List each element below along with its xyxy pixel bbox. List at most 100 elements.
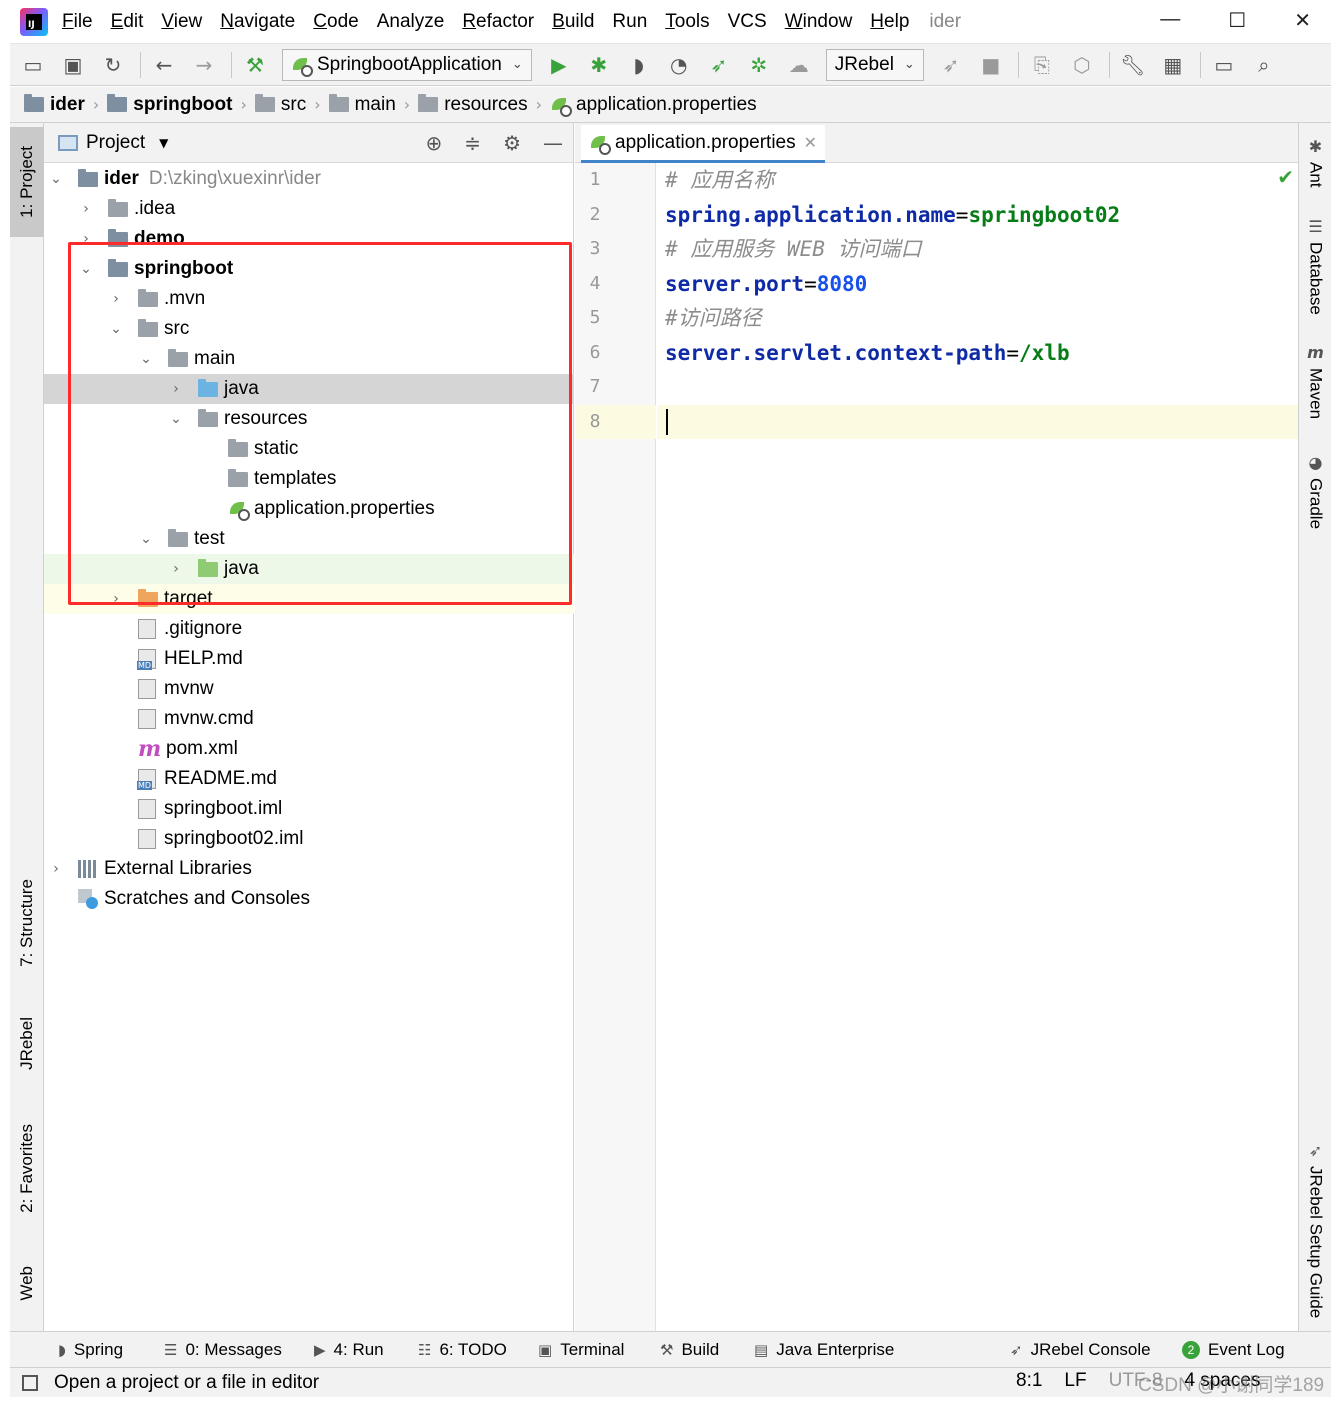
menu-help[interactable]: Help [870,11,909,33]
toggle-tool-windows-icon[interactable] [22,1374,38,1391]
tool-tab-terminal[interactable]: ▣ Terminal [538,1340,624,1360]
tool-tab-event-log[interactable]: 2 Event Log [1182,1340,1285,1360]
search-icon[interactable]: ⌕ [1251,52,1277,78]
tree-row-readme-md[interactable]: › README.md [44,764,574,794]
tree-row-mvnw[interactable]: › mvnw [44,674,574,704]
chevron-down-icon[interactable]: ⌄ [138,531,154,547]
breadcrumb-item-resources[interactable]: resources [418,94,528,116]
tree-row-ider[interactable]: ⌄ ider D:\zking\xuexinr\ider [44,164,574,194]
breadcrumb-item-src[interactable]: src [254,94,306,116]
chevron-right-icon[interactable]: › [168,561,184,577]
menu-build[interactable]: Build [552,11,594,33]
tree-row-resources[interactable]: ⌄ resources [44,404,574,434]
tree-row-idea[interactable]: › .idea [44,194,574,224]
tool-tab-project[interactable]: 1: Project [10,127,44,237]
open-folder-icon[interactable]: ▭ [20,52,46,78]
code-editor[interactable]: ✔ # 应用名称 spring.application.name=springb… [657,163,1298,1331]
chevron-down-icon[interactable]: ⌄ [168,411,184,427]
settings-wrench-icon[interactable]: 🔧︎ [1120,52,1146,78]
tree-row-scratches[interactable]: › Scratches and Consoles [44,884,574,914]
collapse-all-icon[interactable]: ≑ [464,131,481,155]
tree-row-test[interactable]: ⌄ test [44,524,574,554]
tool-tab-java-enterprise[interactable]: ▤ Java Enterprise [754,1340,894,1360]
build-hammer-icon[interactable]: ⚒ [242,52,268,78]
menu-refactor[interactable]: Refactor [462,11,534,33]
forward-arrow-icon[interactable]: → [191,52,217,78]
jrebel-select[interactable]: JRebel ⌄ [825,48,924,81]
breadcrumb-item-springboot[interactable]: springboot [107,94,232,116]
tree-row-templates[interactable]: › templates [44,464,574,494]
close-tab-icon[interactable]: ✕ [804,133,817,152]
breadcrumb-item-ider[interactable]: ider [24,94,85,116]
tree-row-main[interactable]: ⌄ main [44,344,574,374]
menu-tools[interactable]: Tools [665,11,709,33]
profile-icon[interactable]: ◔ [666,52,692,78]
project-view-selector[interactable]: Project [86,132,145,154]
menu-file[interactable]: File [62,11,93,33]
tree-row-help-md[interactable]: › HELP.md [44,644,574,674]
tree-row-springboot-iml[interactable]: › springboot.iml [44,794,574,824]
maximize-button[interactable]: ☐ [1228,8,1246,33]
tool-tab-database[interactable]: ☰ Database [1299,217,1332,315]
hide-panel-icon[interactable]: — [543,131,563,155]
chevron-right-icon[interactable]: › [48,861,64,877]
stop-icon[interactable]: ■ [978,52,1004,78]
coverage-icon[interactable]: ◗ [626,52,652,78]
tool-tab-favorites[interactable]: 2: Favorites [10,1108,44,1228]
tool-tab-build[interactable]: ⚒ Build [660,1340,719,1360]
gear-icon[interactable]: ⚙ [503,131,521,155]
chevron-down-icon[interactable]: ⌄ [48,171,64,187]
tree-row-main-java[interactable]: › java [44,374,574,404]
chevron-right-icon[interactable]: › [108,591,124,607]
deploy-icon[interactable]: ⎘ [1029,52,1055,78]
tool-tab-web[interactable]: Web [10,1248,44,1318]
locate-file-icon[interactable]: ⊕ [426,131,443,155]
tool-tab-spring[interactable]: ◗ Spring [58,1340,123,1360]
jrebel-run-icon[interactable]: ➶ [706,52,732,78]
project-structure-icon[interactable]: ▦ [1160,52,1186,78]
menu-view[interactable]: View [161,11,202,33]
inspection-ok-icon[interactable]: ✔ [1277,165,1294,189]
editor-tab-application-properties[interactable]: application.properties ✕ [581,125,826,163]
chevron-down-icon[interactable]: ▼ [159,136,168,150]
chevron-down-icon[interactable]: ⌄ [78,261,94,277]
chevron-right-icon[interactable]: › [108,291,124,307]
tree-row-mvn[interactable]: › .mvn [44,284,574,314]
tool-tab-jrebel[interactable]: JRebel [10,1003,44,1083]
tool-tab-run[interactable]: ▶ 4: Run [314,1340,384,1360]
breadcrumb-item-main[interactable]: main [328,94,396,116]
jrebel-debug-icon[interactable]: ✲ [746,52,772,78]
debug-icon[interactable]: ✱ [586,52,612,78]
tree-row-src[interactable]: ⌄ src [44,314,574,344]
run-configuration-select[interactable]: SpringbootApplication ⌄ [282,48,532,81]
chevron-right-icon[interactable]: › [168,381,184,397]
tool-tab-maven[interactable]: m Maven [1299,343,1332,419]
chevron-down-icon[interactable]: ⌄ [138,351,154,367]
tool-tab-gradle[interactable]: ◕ Gradle [1299,453,1332,529]
close-window-button[interactable]: ✕ [1294,8,1311,33]
breadcrumb-item-application-properties[interactable]: application.properties [550,94,757,117]
tool-tab-todo[interactable]: ☷ 6: TODO [418,1340,507,1360]
menu-navigate[interactable]: Navigate [220,11,295,33]
save-icon[interactable]: ▣ [60,52,86,78]
tool-tab-jrebel-console[interactable]: ➶ JRebel Console [1010,1340,1151,1360]
menu-vcs[interactable]: VCS [728,11,767,33]
menu-code[interactable]: Code [313,11,358,33]
tree-row-springboot02-iml[interactable]: › springboot02.iml [44,824,574,854]
tool-tab-structure[interactable]: 7: Structure [10,858,44,988]
tool-tab-jrebel-setup-guide[interactable]: ➶ JRebel Setup Guide [1299,1141,1332,1318]
chevron-right-icon[interactable]: › [78,231,94,247]
chevron-down-icon[interactable]: ⌄ [108,321,124,337]
tree-row-test-java[interactable]: › java [44,554,574,584]
menu-edit[interactable]: Edit [111,11,144,33]
tree-row-target[interactable]: › target [44,584,574,614]
tree-row-external-libraries[interactable]: › External Libraries [44,854,574,884]
caret-position[interactable]: 8:1 [1016,1370,1042,1392]
line-separator[interactable]: LF [1064,1370,1086,1392]
menu-window[interactable]: Window [785,11,853,33]
terminal-window-icon[interactable]: ▭ [1211,52,1237,78]
chevron-right-icon[interactable]: › [78,201,94,217]
tree-row-gitignore[interactable]: › .gitignore [44,614,574,644]
tool-tab-ant[interactable]: ✱ Ant [1299,137,1332,188]
minimize-button[interactable]: — [1160,8,1180,33]
